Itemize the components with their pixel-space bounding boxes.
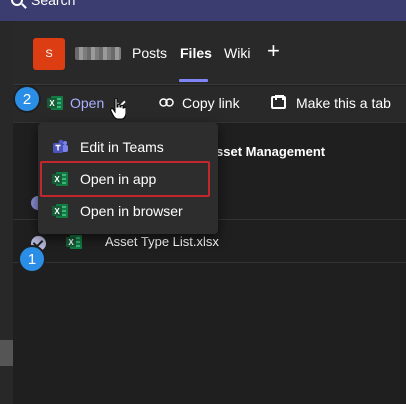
step-badge-2: 2 xyxy=(13,85,41,113)
channel-header: S Posts Files Wiki + xyxy=(13,21,406,85)
excel-icon: X xyxy=(66,235,82,249)
active-tab-indicator xyxy=(179,79,208,82)
team-avatar[interactable]: S xyxy=(33,38,65,70)
menu-item-open-in-browser[interactable]: X Open in browser xyxy=(38,196,218,226)
make-this-a-tab-button[interactable]: Make this a tab xyxy=(296,95,391,111)
add-tab-button[interactable]: + xyxy=(267,40,280,62)
menu-item-label: Edit in Teams xyxy=(80,139,164,155)
copy-link-label: Copy link xyxy=(182,95,240,111)
menu-item-label: Open in browser xyxy=(80,203,183,219)
tab-wiki[interactable]: Wiki xyxy=(224,45,250,61)
top-search-bar: Search xyxy=(0,0,406,21)
tab-posts[interactable]: Posts xyxy=(132,45,167,61)
search-label[interactable]: Search xyxy=(31,0,75,8)
excel-icon: X xyxy=(47,96,63,110)
list-divider xyxy=(13,262,406,263)
hand-pointer-cursor-icon xyxy=(110,98,126,120)
menu-item-edit-in-teams[interactable]: Edit in Teams xyxy=(38,132,218,162)
open-label: Open xyxy=(70,95,105,111)
tab-icon xyxy=(271,95,286,109)
link-icon xyxy=(159,98,174,107)
folder-heading: sset Management xyxy=(216,144,326,159)
search-icon[interactable] xyxy=(11,0,23,6)
tab-files[interactable]: Files xyxy=(180,45,212,61)
scrollbar-thumb[interactable] xyxy=(0,340,13,366)
file-name[interactable]: Asset Type List.xlsx xyxy=(105,234,219,249)
step-badge-1: 1 xyxy=(18,245,46,273)
excel-icon: X xyxy=(52,204,68,218)
highlight-box-open-in-app xyxy=(40,161,210,197)
teams-icon xyxy=(53,139,68,153)
team-name-blurred xyxy=(75,47,121,60)
